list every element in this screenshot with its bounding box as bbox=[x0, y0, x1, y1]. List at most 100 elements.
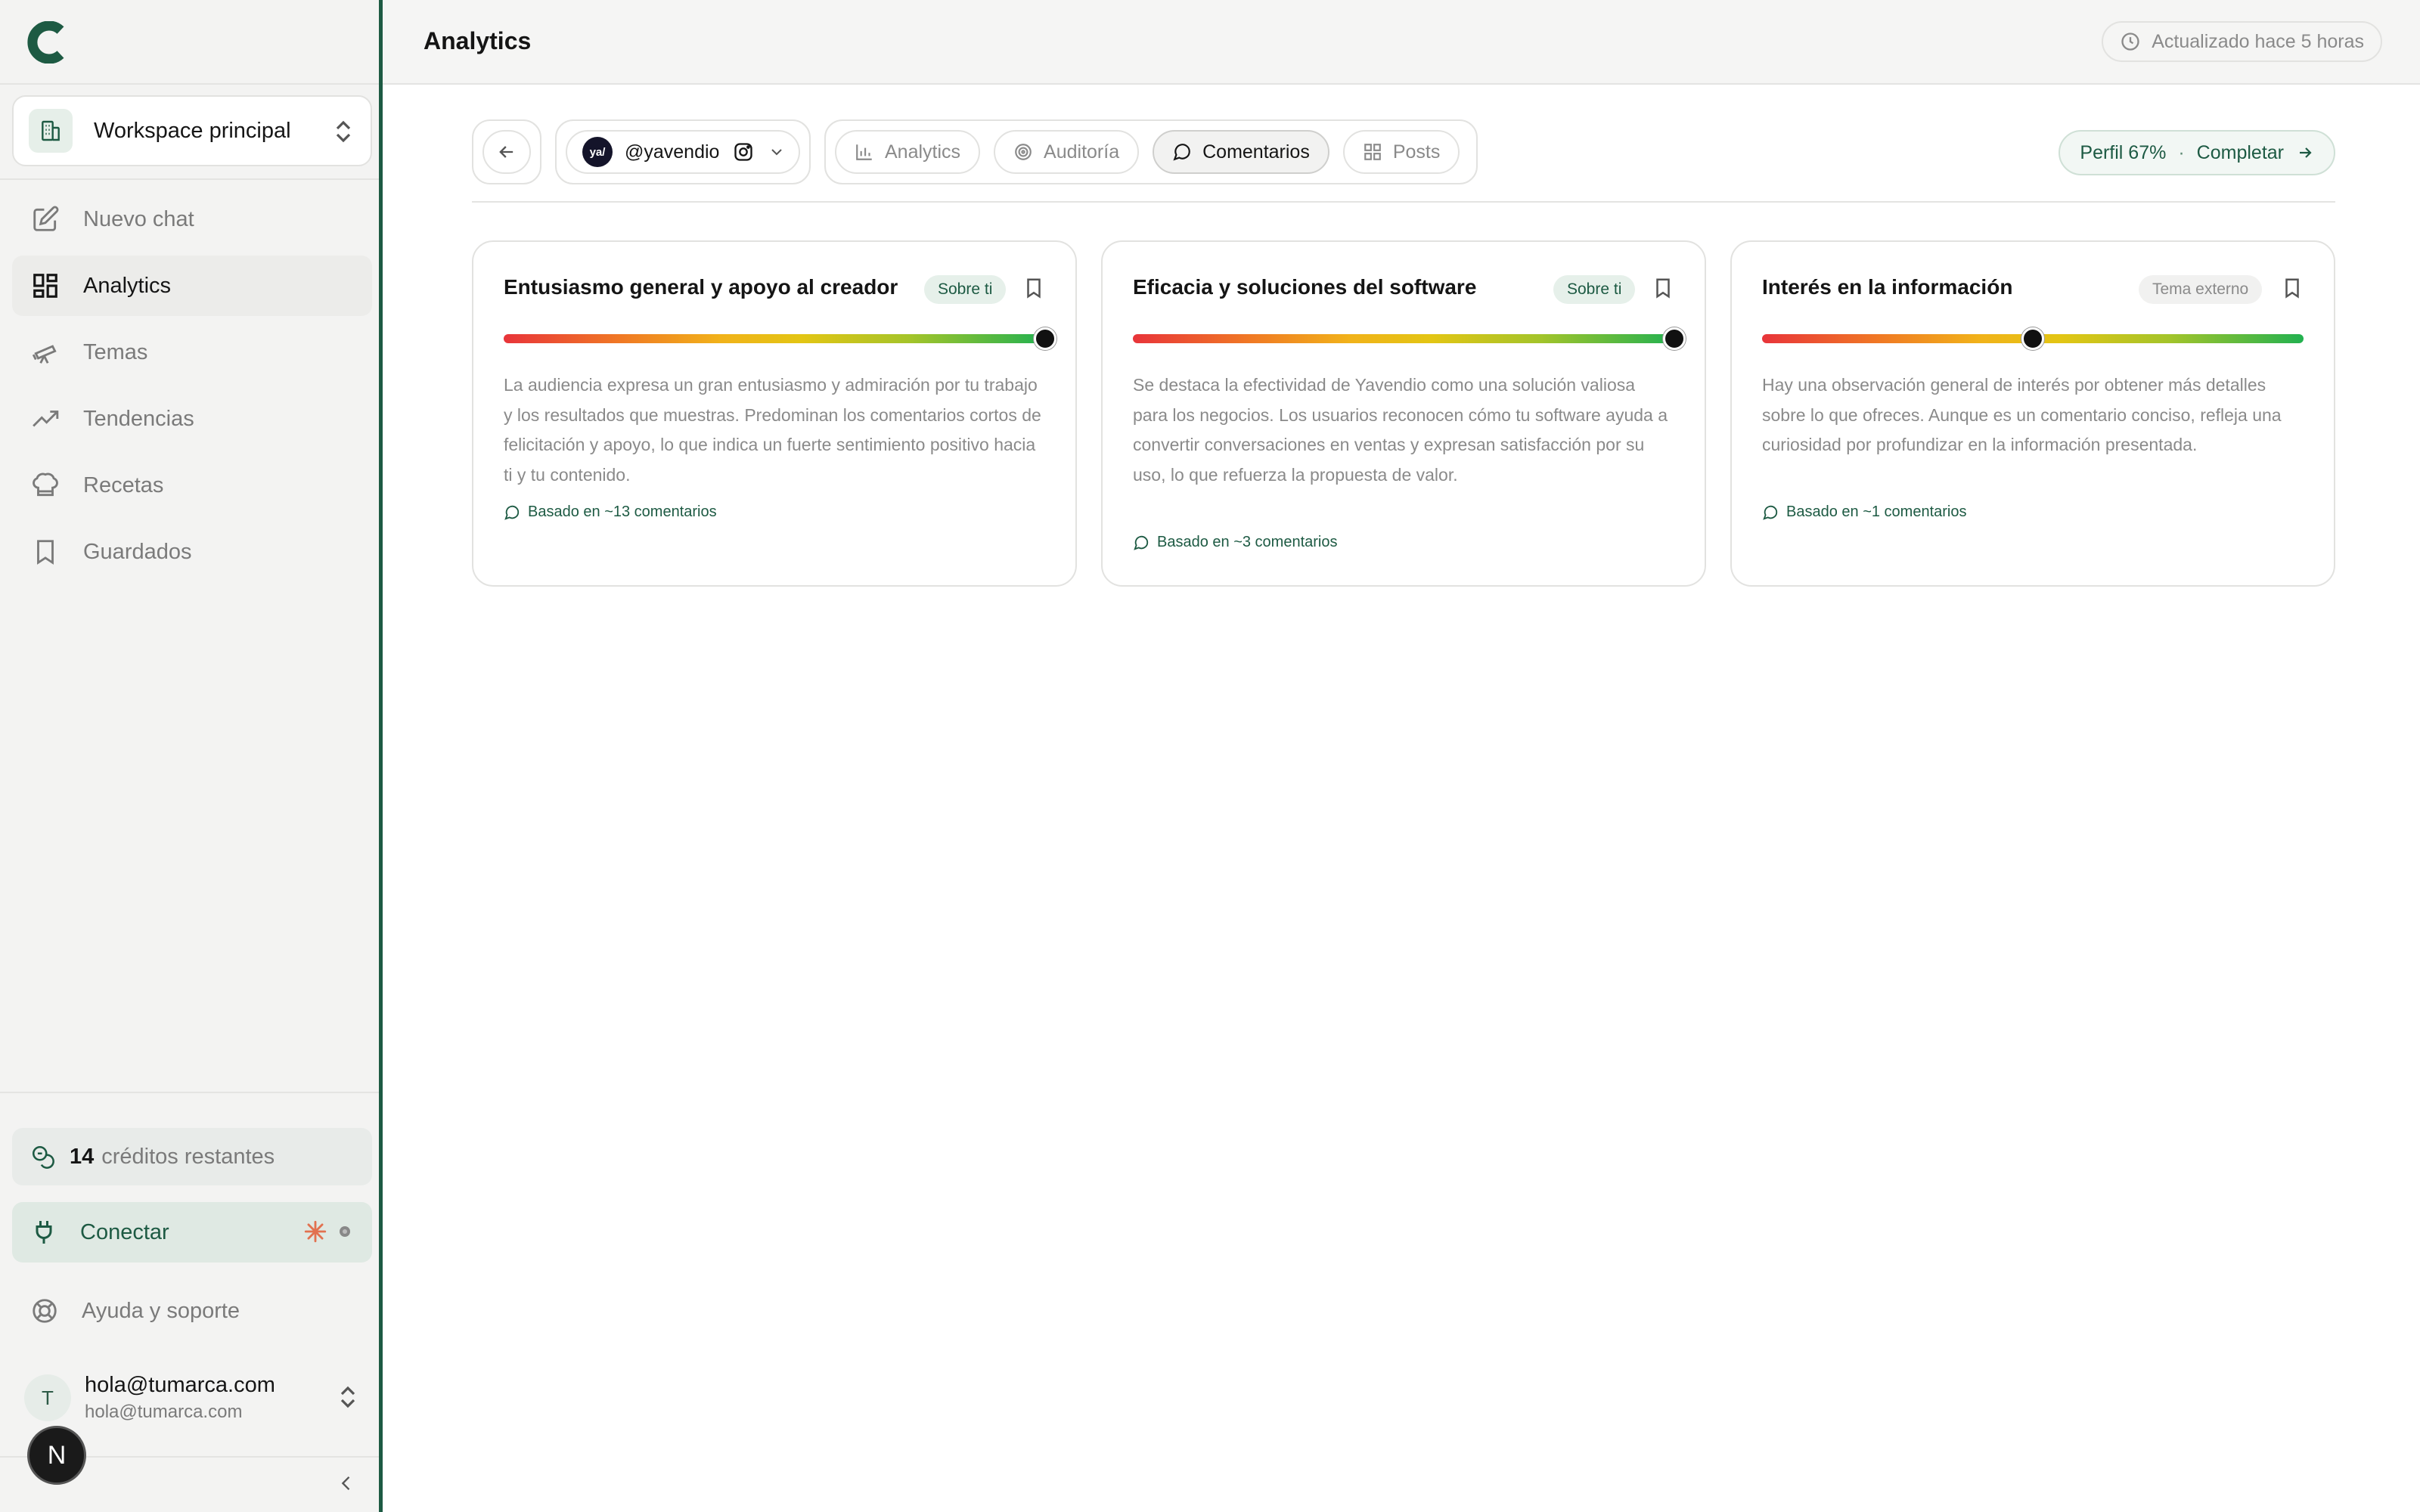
profile-action: Completar bbox=[2196, 141, 2284, 163]
topic-badge: Sobre ti bbox=[924, 275, 1007, 304]
top-bar: Analytics Actualizado hace 5 horas bbox=[383, 0, 2420, 85]
workspace-switcher[interactable]: Workspace principal bbox=[12, 95, 372, 166]
tab-analytics[interactable]: Analytics bbox=[835, 130, 981, 174]
connect-button[interactable]: Conectar bbox=[12, 1202, 372, 1263]
comment-count: Basado en ~1 comentarios bbox=[1786, 503, 1967, 520]
sentiment-meter bbox=[1133, 327, 1686, 350]
sidebar: Workspace principal Nuevo chat Analytics… bbox=[0, 0, 383, 1512]
lifebuoy-icon bbox=[30, 1297, 59, 1325]
sentiment-meter bbox=[504, 327, 1056, 350]
card-description: La audiencia expresa un gran entusiasmo … bbox=[504, 375, 1041, 485]
clock-icon bbox=[2120, 31, 2141, 52]
sentiment-knob bbox=[1034, 327, 1056, 350]
topic-badge: Sobre ti bbox=[1553, 275, 1636, 304]
grid-icon bbox=[1363, 142, 1382, 162]
arrow-left-icon bbox=[496, 141, 517, 163]
account-avatar: ya/ bbox=[582, 137, 613, 167]
dashboard-icon bbox=[30, 271, 60, 301]
sidebar-item-label: Recetas bbox=[83, 472, 164, 497]
credits-label: créditos restantes bbox=[101, 1144, 275, 1169]
sidebar-item-recetas[interactable]: Recetas bbox=[12, 455, 372, 516]
user-menu[interactable]: T hola@tumarca.com hola@tumarca.com bbox=[12, 1367, 372, 1430]
divider bbox=[0, 1092, 379, 1093]
sidebar-nav: Nuevo chat Analytics Temas Tendencias Re… bbox=[12, 189, 372, 588]
sparkle-icon bbox=[302, 1219, 328, 1244]
sidebar-item-analytics[interactable]: Analytics bbox=[12, 256, 372, 316]
sentiment-knob bbox=[2021, 327, 2044, 350]
back-button[interactable] bbox=[482, 130, 531, 174]
card-description: Se destaca la efectividad de Yavendio co… bbox=[1133, 375, 1668, 485]
arrow-right-icon bbox=[2296, 144, 2314, 162]
tab-label: Analytics bbox=[885, 141, 961, 163]
plug-icon bbox=[30, 1219, 57, 1246]
divider bbox=[0, 178, 379, 180]
avatar: T bbox=[24, 1374, 71, 1421]
last-updated-text: Actualizado hace 5 horas bbox=[2152, 30, 2364, 52]
sidebar-item-label: Temas bbox=[83, 339, 148, 364]
comment-count: Basado en ~13 comentarios bbox=[528, 503, 717, 520]
target-icon bbox=[1013, 142, 1033, 162]
trending-icon bbox=[30, 404, 60, 434]
toolbar: ya/ @yavendio Analytics Auditoría Coment… bbox=[472, 119, 2335, 203]
comment-icon bbox=[1762, 504, 1779, 521]
account-group: ya/ @yavendio bbox=[555, 119, 811, 184]
bookmark-icon[interactable] bbox=[1652, 277, 1674, 299]
status-dot-icon bbox=[337, 1224, 352, 1239]
topic-badge: Tema externo bbox=[2139, 275, 2263, 304]
tab-comentarios[interactable]: Comentarios bbox=[1153, 130, 1329, 174]
insight-card: Eficacia y soluciones del software Sobre… bbox=[1101, 240, 1706, 587]
comment-icon bbox=[1133, 534, 1150, 551]
workspace-name: Workspace principal bbox=[94, 118, 291, 143]
devtools-badge[interactable]: N bbox=[27, 1426, 86, 1485]
help-label: Ayuda y soporte bbox=[82, 1298, 240, 1323]
help-support-link[interactable]: Ayuda y soporte bbox=[12, 1281, 372, 1341]
sentiment-meter bbox=[1762, 327, 2304, 350]
user-name: hola@tumarca.com bbox=[85, 1373, 275, 1397]
tab-posts[interactable]: Posts bbox=[1342, 130, 1460, 174]
instagram-icon bbox=[733, 141, 754, 163]
connect-label: Conectar bbox=[80, 1219, 169, 1244]
card-footer: Basado en ~3 comentarios bbox=[1133, 534, 1338, 551]
sidebar-item-tendencias[interactable]: Tendencias bbox=[12, 389, 372, 449]
logo-row bbox=[0, 0, 379, 85]
tab-auditoria[interactable]: Auditoría bbox=[994, 130, 1140, 174]
card-footer: Basado en ~1 comentarios bbox=[1762, 503, 1967, 521]
chevron-updown-icon bbox=[337, 1383, 358, 1411]
sentiment-knob bbox=[1663, 327, 1686, 350]
edit-icon bbox=[30, 204, 60, 234]
sidebar-item-nuevo-chat[interactable]: Nuevo chat bbox=[12, 189, 372, 249]
bar-chart-icon bbox=[855, 142, 874, 162]
last-updated-badge: Actualizado hace 5 horas bbox=[2102, 21, 2382, 62]
card-title: Eficacia y soluciones del software bbox=[1133, 275, 1477, 299]
card-title: Entusiasmo general y apoyo al creador bbox=[504, 275, 898, 299]
comment-icon bbox=[504, 504, 520, 521]
sidebar-item-label: Nuevo chat bbox=[83, 206, 194, 231]
telescope-icon bbox=[30, 337, 60, 367]
brand-logo-icon[interactable] bbox=[26, 21, 65, 64]
card-title: Interés en la información bbox=[1762, 275, 2013, 299]
profile-completion-button[interactable]: Perfil 67% · Completar bbox=[2059, 130, 2335, 175]
account-selector[interactable]: ya/ @yavendio bbox=[566, 130, 800, 174]
comment-count: Basado en ~3 comentarios bbox=[1157, 534, 1338, 550]
bookmark-icon bbox=[30, 537, 60, 567]
tab-label: Auditoría bbox=[1044, 141, 1120, 163]
back-group bbox=[472, 119, 541, 184]
sidebar-item-label: Guardados bbox=[83, 539, 192, 564]
sidebar-item-temas[interactable]: Temas bbox=[12, 322, 372, 383]
insight-card: Entusiasmo general y apoyo al creador So… bbox=[472, 240, 1077, 587]
page-title: Analytics bbox=[424, 27, 532, 54]
sidebar-item-guardados[interactable]: Guardados bbox=[12, 522, 372, 582]
tab-label: Posts bbox=[1392, 141, 1441, 163]
credits-indicator[interactable]: 14 créditos restantes bbox=[12, 1128, 372, 1185]
credits-count: 14 bbox=[70, 1144, 95, 1169]
chevron-updown-icon bbox=[333, 118, 354, 145]
connect-status bbox=[302, 1219, 352, 1244]
building-icon bbox=[29, 109, 73, 153]
tab-label: Comentarios bbox=[1202, 141, 1310, 163]
chevron-down-icon bbox=[768, 143, 786, 161]
comment-icon bbox=[1172, 142, 1192, 162]
bookmark-icon[interactable] bbox=[1022, 277, 1045, 299]
collapse-sidebar-icon[interactable] bbox=[336, 1473, 357, 1494]
bookmark-icon[interactable] bbox=[2281, 277, 2304, 299]
card-footer: Basado en ~13 comentarios bbox=[504, 503, 717, 521]
